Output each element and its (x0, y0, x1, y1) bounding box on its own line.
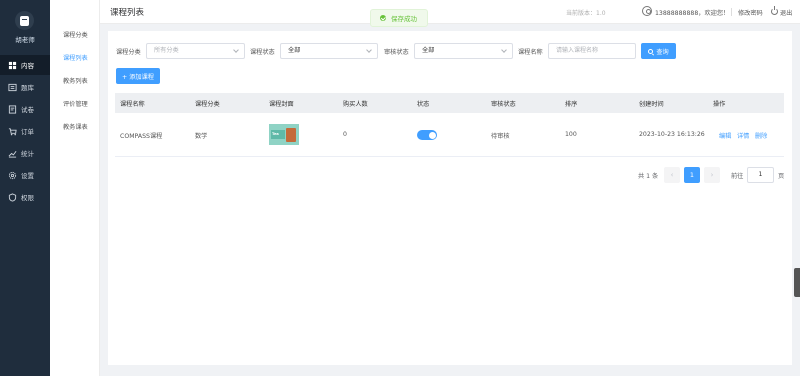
submenu-item-teaching-list[interactable]: 教务列表 (50, 76, 100, 85)
sidebar-item-content[interactable]: 内容 (0, 55, 50, 75)
audit-select-value: 全部 (422, 47, 435, 54)
content-card (108, 31, 792, 365)
change-password-link[interactable]: 修改密码 (738, 8, 763, 17)
sidebar-item-label: 统计 (21, 150, 34, 158)
power-icon[interactable] (771, 6, 778, 15)
submenu-item-course-list[interactable]: 课程列表 (50, 53, 100, 62)
created-time-cell: 2023-10-23 16:13:26 (639, 131, 705, 138)
side-drawer-handle[interactable] (794, 268, 800, 297)
audit-status-cell: 待审核 (491, 133, 510, 140)
sidebar-item-order[interactable]: 订单 (0, 121, 50, 141)
settings-icon (8, 171, 17, 180)
audit-select[interactable]: 全部 (414, 43, 513, 59)
delete-link[interactable]: 删除 (755, 131, 767, 140)
content-icon (8, 61, 17, 70)
course-name-input[interactable]: 请输入课程名称 (548, 43, 636, 59)
prev-page-button[interactable]: ‹ (664, 167, 680, 183)
sidebar-item-statistics[interactable]: 统计 (0, 143, 50, 163)
table-row: COMPASS课程 数学 Tea 0 待审核 100 2023-10-23 16… (115, 113, 784, 157)
success-toast: 保存成功 (370, 9, 428, 27)
column-header: 购买人数 (343, 101, 368, 108)
column-header: 创建时间 (639, 101, 664, 108)
course-category-cell: 数学 (195, 133, 208, 140)
category-filter-label: 课程分类 (116, 49, 141, 56)
course-name-cell: COMPASS课程 (120, 133, 163, 140)
search-button-label: 查询 (656, 48, 669, 56)
column-header: 操作 (713, 101, 726, 108)
cover-text: Tea (272, 132, 279, 136)
page-number-button[interactable]: 1 (684, 167, 700, 183)
sidebar-item-exam-paper[interactable]: 试卷 (0, 99, 50, 119)
column-header: 状态 (417, 101, 430, 108)
sub-menu: 课程分类 课程列表 教务列表 评价管理 教务课表 (50, 0, 100, 376)
submenu-item-teaching-schedule[interactable]: 教务课表 (50, 122, 100, 131)
main-sidebar: 胡老师 内容 题库 试卷 订单 统计 设置 权限 (0, 0, 50, 376)
next-page-button[interactable]: › (704, 167, 720, 183)
search-button[interactable]: 查询 (641, 43, 676, 59)
sort-cell: 100 (565, 131, 577, 138)
order-icon (8, 127, 17, 136)
table-header: 课程名称 课程分类 课程封面 购买人数 状态 审核状态 排序 创建时间 操作 (115, 93, 784, 113)
user-greeting: 13888888888，欢迎您！ (655, 10, 730, 17)
sidebar-item-label: 试卷 (21, 106, 34, 114)
question-bank-icon (8, 83, 17, 92)
status-select-value: 全部 (288, 47, 301, 54)
column-header: 课程名称 (120, 101, 145, 108)
column-header: 课程封面 (269, 101, 294, 108)
exam-paper-icon (8, 104, 17, 114)
version-label: 当前版本：1.0 (566, 10, 606, 17)
permission-icon (8, 192, 17, 202)
add-course-button[interactable]: + 添加课程 (116, 68, 160, 84)
pagination-total: 共 1 条 (638, 173, 659, 180)
page-title: 课程列表 (110, 8, 145, 18)
sidebar-item-label: 题库 (21, 84, 34, 92)
chevron-down-icon (501, 47, 507, 53)
page-unit-label: 页 (778, 173, 785, 180)
toast-text: 保存成功 (391, 15, 417, 23)
sidebar-item-label: 设置 (21, 172, 34, 180)
header-divider (731, 8, 732, 16)
goto-label: 前往 (731, 173, 744, 180)
brand-name: 胡老师 (15, 36, 35, 44)
edit-link[interactable]: 编辑 (719, 131, 731, 140)
category-select-value: 所有分类 (154, 47, 179, 54)
category-select[interactable]: 所有分类 (146, 43, 245, 59)
check-circle-icon (380, 15, 386, 21)
audit-filter-label: 审核状态 (384, 49, 409, 56)
user-icon (642, 6, 652, 16)
logout-link[interactable]: 退出 (780, 8, 792, 17)
statistics-icon (8, 149, 17, 158)
name-filter-label: 课程名称 (518, 49, 543, 56)
chevron-down-icon (233, 47, 239, 53)
status-filter-label: 课程状态 (250, 49, 275, 56)
column-header: 课程分类 (195, 101, 220, 108)
sidebar-item-label: 权限 (21, 194, 34, 202)
submenu-item-review-management[interactable]: 评价管理 (50, 99, 100, 108)
status-toggle[interactable] (417, 130, 437, 140)
goto-page-input[interactable]: 1 (747, 167, 774, 183)
course-cover-image: Tea (269, 124, 299, 145)
sidebar-item-label: 订单 (21, 128, 34, 136)
book-icon (20, 15, 29, 26)
sidebar-item-settings[interactable]: 设置 (0, 165, 50, 185)
column-header: 审核状态 (491, 101, 516, 108)
app-logo (15, 11, 34, 30)
status-select[interactable]: 全部 (280, 43, 378, 59)
sidebar-item-permission[interactable]: 权限 (0, 187, 50, 207)
chevron-down-icon (366, 47, 372, 53)
buyers-cell: 0 (343, 131, 347, 138)
sidebar-item-question-bank[interactable]: 题库 (0, 77, 50, 97)
sidebar-item-label: 内容 (21, 62, 34, 70)
search-icon (648, 48, 654, 54)
detail-link[interactable]: 详情 (737, 131, 749, 140)
column-header: 排序 (565, 101, 578, 108)
submenu-item-course-category[interactable]: 课程分类 (50, 30, 100, 39)
